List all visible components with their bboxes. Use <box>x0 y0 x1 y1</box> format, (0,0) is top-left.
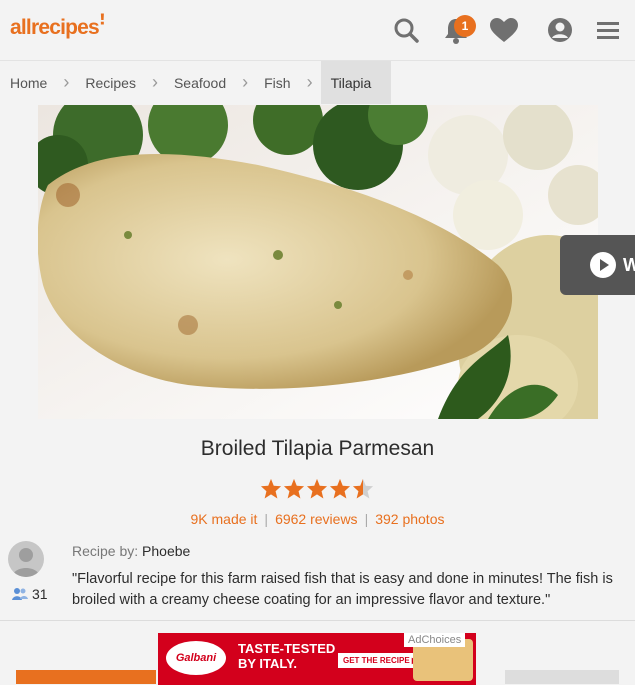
star-icon <box>283 478 305 499</box>
chevron-right-icon: › <box>63 72 70 92</box>
followers-icon <box>12 588 28 600</box>
followers-number: 31 <box>32 586 48 602</box>
breadcrumb: Home › Recipes › Seafood › Fish › Tilapi… <box>0 61 635 104</box>
recipe-description: "Flavorful recipe for this farm raised f… <box>72 571 613 608</box>
breadcrumb-recipes[interactable]: Recipes <box>77 61 144 104</box>
chevron-right-icon: › <box>306 72 313 92</box>
logo-spoon-icon: ꜝ <box>98 16 106 39</box>
divider: | <box>264 511 269 527</box>
ad-headline-1: TASTE-TESTED <box>238 641 336 656</box>
star-half-icon <box>352 478 374 499</box>
play-icon <box>590 252 616 278</box>
heart-icon[interactable] <box>488 14 520 46</box>
user-icon[interactable] <box>544 14 576 46</box>
made-it-link[interactable]: 9K made it <box>190 511 257 527</box>
menu-icon[interactable] <box>592 14 624 46</box>
photos-link[interactable]: 392 photos <box>375 511 444 527</box>
author-avatar[interactable] <box>8 541 44 577</box>
ad-cta-button[interactable]: GET THE RECIPE ▶ <box>338 653 424 668</box>
galbani-logo: Galbani <box>166 641 226 675</box>
star-icon <box>329 478 351 499</box>
video-label: W <box>623 254 635 275</box>
star-icon <box>260 478 282 499</box>
recipe-by: Recipe by: Phoebe <box>72 543 190 559</box>
search-icon[interactable] <box>390 14 422 46</box>
recipe-by-label: Recipe by: <box>72 543 139 559</box>
recipe-title: Broiled Tilapia Parmesan <box>200 437 435 460</box>
play-video-button[interactable]: W <box>560 235 635 295</box>
breadcrumb-tilapia[interactable]: Tilapia <box>320 61 392 104</box>
divider: | <box>364 511 369 527</box>
reviews-link[interactable]: 6962 reviews <box>275 511 358 527</box>
allrecipes-logo[interactable]: allrecipesꜝ <box>10 16 106 40</box>
ad-headline: TASTE-TESTED BY ITALY. <box>238 641 335 671</box>
followers-count[interactable]: 31 <box>12 586 48 602</box>
ad-brand: Galbani <box>175 652 217 664</box>
notification-badge[interactable]: 1 <box>454 15 476 37</box>
divider-line <box>0 620 635 621</box>
breadcrumb-fish[interactable]: Fish <box>256 61 298 104</box>
breadcrumb-seafood[interactable]: Seafood <box>166 61 234 104</box>
logo-text: allrecipes <box>10 16 100 39</box>
recipe-photo[interactable] <box>38 105 598 419</box>
chevron-right-icon: › <box>242 72 249 92</box>
recipe-stats: 9K made it | 6962 reviews | 392 photos <box>0 511 635 527</box>
rating-stars[interactable] <box>260 478 374 499</box>
author-name[interactable]: Phoebe <box>142 543 190 559</box>
adchoices-badge[interactable]: AdChoices <box>404 633 466 647</box>
grey-tab-bar[interactable] <box>505 670 619 684</box>
site-header: allrecipesꜝ 1 <box>0 0 635 61</box>
ad-headline-2: BY ITALY. <box>238 656 298 671</box>
breadcrumb-home[interactable]: Home <box>0 61 55 104</box>
chevron-right-icon: › <box>151 72 158 92</box>
orange-tab-bar[interactable] <box>16 670 156 684</box>
star-icon <box>306 478 328 499</box>
